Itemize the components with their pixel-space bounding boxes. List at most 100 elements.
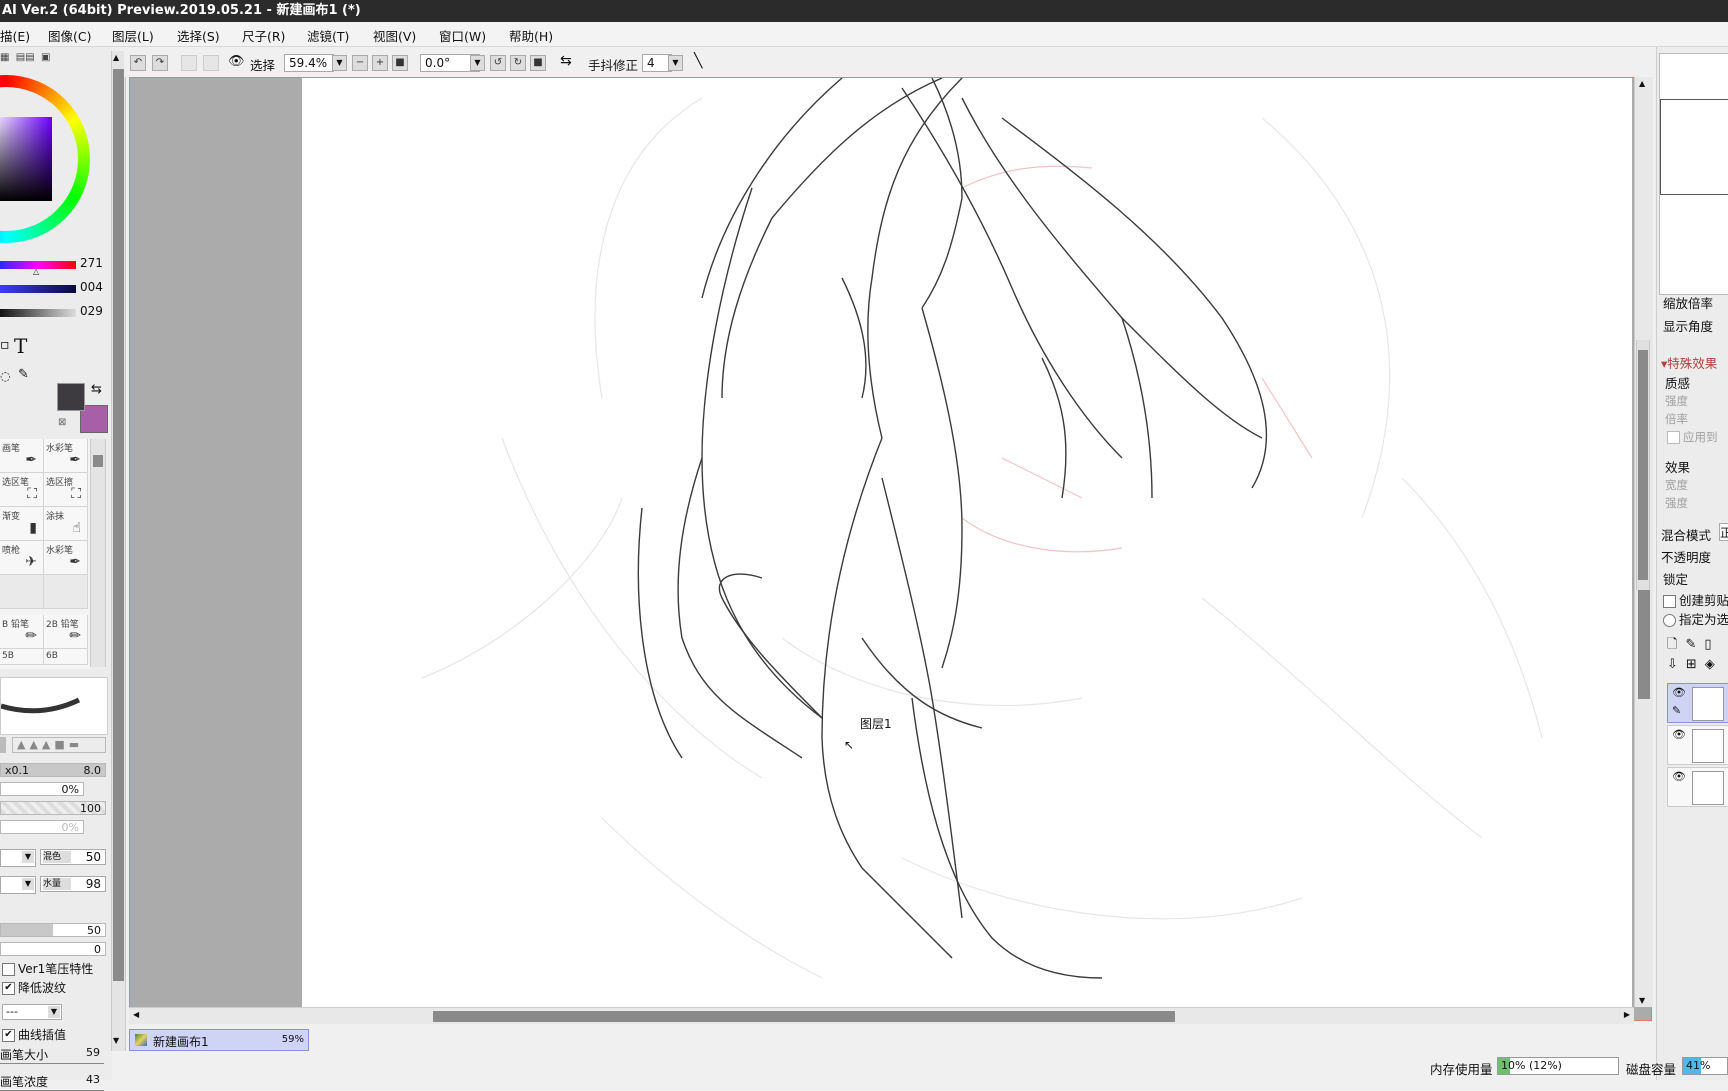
rotate-cw-icon[interactable]: ↻ (510, 55, 526, 71)
menu-image[interactable]: 图像(C) (48, 26, 91, 45)
tool-pencil-5b[interactable]: 5B (0, 649, 44, 665)
tool-grid-scroll-thumb[interactable] (93, 455, 103, 467)
apply-checkbox[interactable]: 应用到 (1667, 429, 1718, 445)
scroll-up-icon[interactable]: ▲ (113, 53, 119, 62)
scroll-down-icon[interactable]: ▼ (113, 1036, 119, 1045)
selection-source-radio[interactable]: 指定为选 (1663, 609, 1728, 628)
eye-icon[interactable]: 👁 (1672, 686, 1686, 699)
water-dropdown[interactable]: ▼ (0, 876, 36, 894)
left-panel-scroll-thumb[interactable] (113, 69, 124, 981)
eye-icon[interactable]: 👁 (1672, 770, 1686, 783)
foreground-color-swatch[interactable] (57, 383, 85, 411)
tool-watercolor-2[interactable]: 水彩笔 ✒ (44, 541, 88, 575)
zoom-reset-icon[interactable]: ■ (392, 55, 408, 71)
rotation-dropdown-chevron-icon[interactable]: ▼ (470, 55, 485, 71)
layer-row-3[interactable]: 👁 (1667, 767, 1728, 807)
tool-selection-pen[interactable]: 选区笔 ⛶ (0, 473, 44, 507)
drawing-canvas[interactable]: 图层1 ↖ (302, 77, 1632, 1007)
layer-action-icons-row2[interactable]: ⇩⊞◈ (1667, 657, 1723, 672)
value-slider[interactable] (0, 309, 76, 317)
saturation-slider[interactable] (0, 285, 76, 293)
flip-horizontal-icon[interactable]: ⇆ (560, 53, 572, 69)
right-panel-scroll-thumb[interactable] (1638, 350, 1648, 580)
scroll-down-icon[interactable]: ▼ (1639, 996, 1645, 1005)
move-tool-icon[interactable]: ▫ (0, 337, 10, 353)
size-multiplier[interactable]: x0.1 (5, 764, 29, 777)
ver1-pressure-checkbox[interactable]: Ver1笔压特性 (2, 960, 93, 977)
rotate-reset-icon[interactable]: ■ (530, 55, 546, 71)
blend-dropdown[interactable]: ▼ (0, 849, 36, 867)
invert-selection-icon[interactable] (203, 55, 219, 71)
menu-bar: 描(E) 图像(C) 图层(L) 选择(S) 尺子(R) 滤镜(T) 视图(V)… (0, 22, 1728, 47)
curve-interp-checkbox[interactable]: ✔ 曲线插值 (2, 1026, 66, 1043)
lasso-icon[interactable]: ◌ (0, 369, 10, 383)
zoom-dropdown-chevron-icon[interactable]: ▼ (332, 55, 347, 71)
navigator-preview[interactable] (1659, 53, 1728, 295)
left-panel-scrollbar[interactable]: ▲ ▼ (111, 51, 126, 1051)
menu-ruler[interactable]: 尺子(R) (242, 26, 285, 45)
tool-smudge[interactable]: 涂抹 ☝ (44, 507, 88, 541)
eyedropper-icon[interactable]: ✎ (18, 367, 29, 382)
menu-layer[interactable]: 图层(L) (112, 26, 154, 45)
stabilizer-dropdown-chevron-icon[interactable]: ▼ (668, 55, 683, 71)
canvas-horizontal-scrollbar[interactable]: ◀ ▶ (129, 1007, 1634, 1024)
tool-brush[interactable]: 画笔 ✒ (0, 439, 44, 473)
zoom-in-icon[interactable]: + (372, 55, 388, 71)
redo-icon[interactable]: ↷ (152, 55, 168, 71)
scroll-left-icon[interactable]: ◀ (133, 1010, 139, 1019)
panel-view-icons[interactable]: ▦ ▤▤ ▣ (0, 52, 51, 63)
tool-watercolor[interactable]: 水彩笔 ✒ (44, 439, 88, 473)
reduce-ripple-checkbox[interactable]: ✔ 降低波纹 (2, 979, 66, 996)
dash-dropdown[interactable]: --- ▼ (2, 1004, 62, 1020)
min-density-slider[interactable]: 0% (0, 820, 84, 834)
min-size-slider[interactable]: 0% (0, 782, 84, 796)
transparent-color-icon[interactable]: ⊠ (58, 417, 66, 428)
saturation-value-box[interactable] (0, 117, 52, 201)
eye-icon[interactable]: 👁 (228, 54, 245, 69)
scroll-right-icon[interactable]: ▶ (1624, 1010, 1630, 1019)
right-panel-scrollbar[interactable] (1636, 340, 1650, 590)
clip-checkbox[interactable]: 创建剪贴 (1663, 590, 1728, 609)
brush-shape-toggle[interactable] (0, 737, 6, 753)
layer-row-2[interactable]: 👁 (1667, 725, 1728, 765)
undo-icon[interactable]: ↶ (130, 55, 146, 71)
brush-size-slider[interactable]: x0.1 8.0 (0, 763, 106, 777)
tool-pencil-b[interactable]: B 铅笔 ✏ (0, 615, 44, 649)
rotate-ccw-icon[interactable]: ↺ (490, 55, 506, 71)
tool-airbrush[interactable]: 喷枪 ✈ (0, 541, 44, 575)
text-tool-icon[interactable]: T (14, 334, 27, 358)
menu-filter[interactable]: 滤镜(T) (307, 26, 349, 45)
canvas-hscroll-thumb[interactable] (433, 1011, 1175, 1022)
select-label[interactable]: 选择 (250, 55, 275, 74)
menu-edit[interactable]: 描(E) (0, 26, 30, 45)
brush-shape-presets[interactable]: ▲▲▲■▬ (12, 737, 106, 753)
layer-action-icons[interactable]: 🗋✎▯ (1667, 635, 1720, 657)
straight-line-icon[interactable]: ╲ (694, 53, 702, 69)
tool-selection-eraser[interactable]: 选区擦 ⛶ (44, 473, 88, 507)
blend-field[interactable]: 混色 50 (40, 849, 106, 865)
canvas-tab[interactable]: 新建画布1 59% (129, 1029, 309, 1051)
menu-view[interactable]: 视图(V) (373, 26, 416, 45)
tool-pencil-2b[interactable]: 2B 铅笔 ✏ (44, 615, 88, 649)
effects-header[interactable]: ▾特殊效果 (1661, 353, 1717, 372)
menu-window[interactable]: 窗口(W) (439, 26, 486, 45)
navigator-viewport[interactable] (1660, 99, 1728, 195)
menu-select[interactable]: 选择(S) (177, 26, 220, 45)
menu-help[interactable]: 帮助(H) (509, 26, 553, 45)
tool-gradient[interactable]: 渐变 ▮ (0, 507, 44, 541)
layer-row-1[interactable]: 👁 ✎ (1667, 683, 1728, 723)
scroll-up-icon[interactable]: ▲ (1639, 79, 1645, 88)
zoom-out-icon[interactable]: − (352, 55, 368, 71)
eye-icon[interactable]: 👁 (1672, 728, 1686, 741)
water-field[interactable]: 水量 98 (40, 876, 106, 892)
swap-colors-icon[interactable]: ⇆ (91, 382, 102, 397)
zero-slider[interactable]: 0 (0, 942, 106, 956)
deselect-icon[interactable] (181, 55, 197, 71)
persistence-slider[interactable]: 50 (0, 923, 106, 937)
tool-pencil-6b[interactable]: 6B (44, 649, 88, 665)
density-slider[interactable]: 100 (0, 801, 106, 815)
blend-mode-dropdown[interactable]: 正 (1719, 523, 1728, 541)
zoom-field[interactable]: 59.4% (284, 54, 334, 72)
tool-grid-scrollbar[interactable] (90, 439, 106, 667)
brush-size-value: 8.0 (83, 764, 102, 777)
